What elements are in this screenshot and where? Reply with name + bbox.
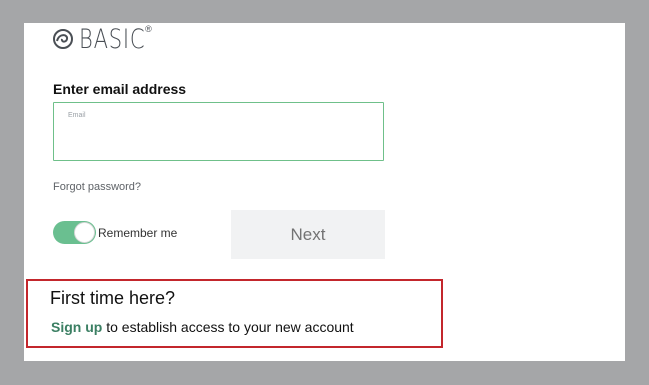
email-placeholder: Email	[68, 112, 86, 119]
brand-logo: BASIC ®	[52, 23, 176, 57]
signup-description: to establish access to your new account	[102, 319, 354, 335]
signup-heading: First time here?	[50, 288, 176, 308]
signup-text: Sign up to establish access to your new …	[51, 319, 354, 335]
email-label: Enter email address	[53, 81, 187, 97]
logo-text: BASIC	[79, 23, 146, 55]
login-panel: BASIC ® Enter email address Email Forgot…	[24, 23, 625, 361]
sign-up-link[interactable]: Sign up	[51, 319, 102, 335]
basic-swirl-icon	[53, 29, 73, 49]
email-field[interactable]: Email	[53, 102, 384, 161]
registered-mark: ®	[145, 24, 152, 34]
forgot-password-link[interactable]: Forgot password?	[53, 181, 141, 193]
remember-me-toggle[interactable]	[53, 221, 96, 244]
next-button[interactable]: Next	[231, 210, 385, 259]
remember-me-label[interactable]: Remember me	[98, 226, 177, 240]
toggle-knob	[74, 222, 95, 243]
email-input[interactable]	[66, 125, 370, 141]
